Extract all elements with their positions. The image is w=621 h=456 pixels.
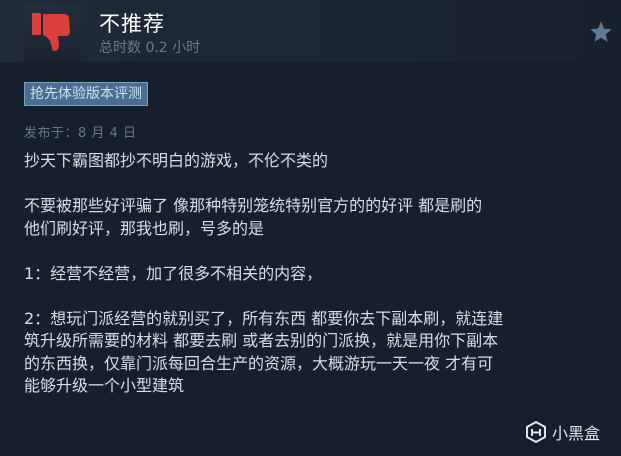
heybox-logo-icon: [526, 421, 546, 443]
star-icon[interactable]: [589, 20, 613, 44]
review-rating: 不推荐: [99, 12, 165, 36]
playtime-hours: 总时数 0.2 小时: [99, 40, 201, 56]
review-line: 能够升级一个小型建筑: [24, 376, 185, 395]
review-line: 2：想玩门派经营的就别买了，所有东西 都要你去下副本刷，就连建: [24, 308, 504, 328]
review-line: 的东西换，仅靠门派每回合生产的资源，大概游玩一天一夜 才有可: [24, 353, 494, 373]
review-line: 筑升级所需要的材料 都要去刷 或者去别的门派换，就是用你下副本: [24, 331, 499, 350]
review-line: 1：经营不经营，加了很多不相关的内容，: [24, 263, 323, 283]
review-body: 抄天下霸图都抄不明白的游戏，不伦不类的 不要被那些好评骗了 像那种特别笼统特别官…: [24, 150, 609, 398]
watermark-text: 小黑盒: [552, 424, 601, 443]
watermark: 小黑盒: [525, 420, 600, 444]
thumbs-down-icon: [23, 4, 81, 62]
early-access-tag: 抢先体验版本评测: [24, 82, 148, 106]
review-line: 不要被那些好评骗了 像那种特别笼统特别官方的的好评 都是刷的: [24, 196, 483, 215]
posted-date: 发布于：8 月 4 日: [24, 126, 137, 141]
review-line: 抄天下霸图都抄不明白的游戏，不伦不类的: [24, 151, 329, 170]
review-header: 不推荐 总时数 0.2 小时: [0, 0, 621, 62]
review-line: 他们刷好评，那我也刷，号多的是: [24, 218, 265, 238]
